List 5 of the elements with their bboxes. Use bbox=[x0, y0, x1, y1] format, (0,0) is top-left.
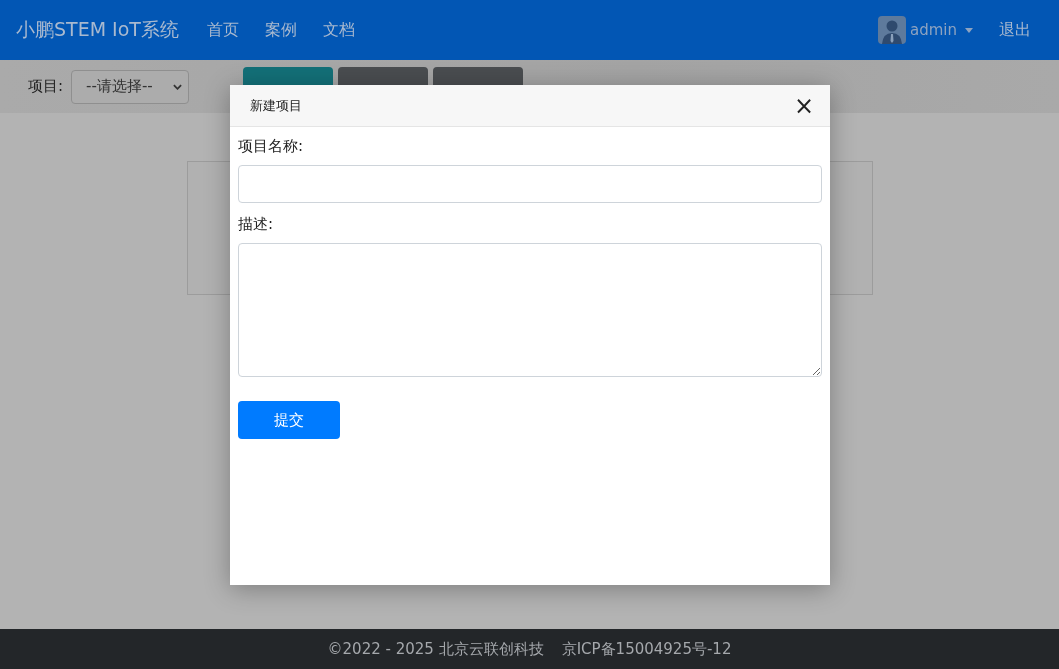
modal-title: 新建项目 bbox=[250, 96, 302, 115]
copyright-text: ©2022 - 2025 北京云联创科技 bbox=[327, 639, 544, 659]
field-label: 项目名称: bbox=[238, 137, 304, 156]
project-label: 项目: bbox=[28, 77, 64, 96]
field-label: 描述: bbox=[238, 215, 274, 234]
